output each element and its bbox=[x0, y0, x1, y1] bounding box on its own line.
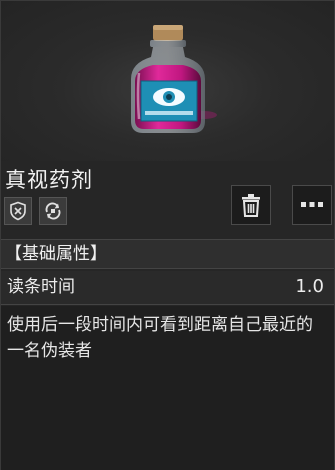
shield-x-icon bbox=[10, 201, 26, 221]
trash-icon bbox=[242, 194, 260, 217]
attribute-label: 读条时间 bbox=[7, 277, 75, 297]
item-detail-panel: 真视药剂 【基础属性】 读条时间 1.0 使用后一段时间内可看到距离自己最近的一… bbox=[0, 0, 335, 470]
attribute-value: 1.0 bbox=[295, 276, 324, 297]
tag-no-discard[interactable] bbox=[4, 197, 32, 225]
item-image-area bbox=[1, 1, 334, 161]
recycle-icon bbox=[45, 202, 61, 220]
section-basic-attributes: 【基础属性】 bbox=[1, 239, 334, 269]
tag-recyclable[interactable] bbox=[39, 197, 67, 225]
more-button[interactable] bbox=[292, 185, 332, 225]
item-name: 真视药剂 bbox=[5, 168, 93, 192]
more-dots-icon bbox=[301, 202, 323, 207]
potion-bottle-eye-icon bbox=[131, 25, 217, 133]
item-description: 使用后一段时间内可看到距离自己最近的一名伪装者 bbox=[1, 306, 334, 470]
attribute-row: 读条时间 1.0 bbox=[1, 271, 334, 305]
delete-button[interactable] bbox=[231, 185, 271, 225]
